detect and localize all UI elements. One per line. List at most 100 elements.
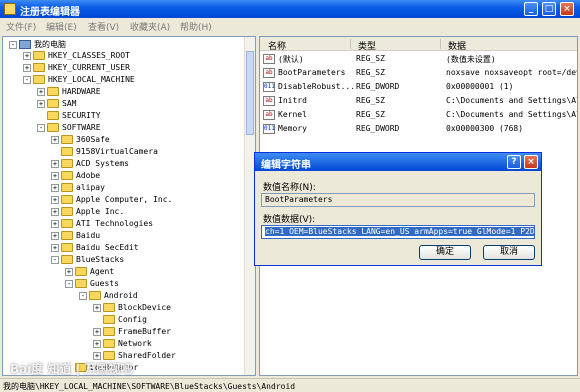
tree-node[interactable]: SECURITY: [37, 111, 101, 123]
tree-node[interactable]: + HKEY_CLASSES_ROOT: [23, 51, 130, 63]
tree-node[interactable]: + ATI Technologies: [51, 219, 153, 231]
expand-toggle[interactable]: +: [51, 135, 59, 144]
cell-data: noxsave noxsaveopt root=/dev/: [446, 68, 578, 77]
tree-node[interactable]: + Apple Computer, Inc.: [51, 195, 172, 207]
expand-toggle[interactable]: +: [51, 243, 59, 252]
folder-icon: [103, 327, 115, 336]
tree-node[interactable]: - Android: [79, 291, 138, 303]
menu-view[interactable]: 查看(V): [88, 20, 119, 33]
expand-toggle[interactable]: +: [51, 159, 59, 168]
tree-node[interactable]: + ACD Systems: [51, 159, 129, 171]
scroll-thumb[interactable]: [246, 51, 254, 135]
help-button[interactable]: ?: [507, 155, 521, 169]
cell-data: 0x00000300 (768): [446, 124, 524, 133]
status-path: 我的电脑\HKEY_LOCAL_MACHINE\SOFTWARE\BlueSta…: [3, 382, 296, 391]
header-type[interactable]: 类型: [358, 39, 376, 52]
menu-help[interactable]: 帮助(H): [180, 20, 212, 33]
value-name-field[interactable]: BootParameters: [261, 193, 535, 207]
tree-node[interactable]: - BlueStacks: [51, 255, 124, 267]
folder-icon: [61, 183, 73, 192]
tree-node[interactable]: - Guests: [65, 279, 119, 291]
expand-toggle[interactable]: +: [23, 63, 31, 72]
tree-node[interactable]: Config: [93, 315, 147, 327]
folder-icon: [61, 135, 73, 144]
list-row[interactable]: 011 Memory REG_DWORD 0x00000300 (768): [260, 123, 577, 135]
tree-node-label: Baidu: [76, 231, 101, 240]
expand-toggle[interactable]: +: [37, 87, 45, 96]
cell-name: (默认): [278, 55, 304, 64]
expand-toggle[interactable]: +: [93, 327, 101, 336]
expand-toggle[interactable]: +: [51, 207, 59, 216]
expand-toggle[interactable]: +: [65, 267, 73, 276]
folder-icon: [61, 195, 73, 204]
list-row[interactable]: ab BootParameters REG_SZ noxsave noxsaveopt…: [260, 67, 577, 79]
folder-icon: [61, 147, 73, 156]
dialog-title-bar: 编辑字符串 ? ×: [255, 153, 541, 171]
tree-node[interactable]: + Baidu: [51, 231, 100, 243]
tree-node-label: HARDWARE: [62, 87, 101, 96]
collapse-toggle[interactable]: -: [37, 123, 45, 132]
collapse-toggle[interactable]: -: [9, 40, 17, 49]
expand-toggle[interactable]: +: [93, 351, 101, 360]
tree-node[interactable]: + Network: [93, 339, 152, 351]
ok-button[interactable]: 确定: [419, 245, 471, 260]
maximize-button[interactable]: □: [542, 2, 556, 16]
tree-node[interactable]: + FrameBuffer: [93, 327, 171, 339]
collapse-toggle[interactable]: -: [79, 291, 87, 300]
tree-node[interactable]: + alipay: [51, 183, 105, 195]
tree-node[interactable]: - SOFTWARE: [37, 123, 101, 135]
cell-name: Kernel: [278, 110, 307, 119]
expand-toggle[interactable]: +: [93, 303, 101, 312]
tree-node-label: SharedFolder: [118, 351, 176, 360]
tree-node[interactable]: + Adobe: [51, 171, 100, 183]
cell-data: (数值未设置): [446, 55, 496, 64]
expand-toggle[interactable]: +: [93, 339, 101, 348]
string-value-icon: ab: [263, 96, 275, 106]
tree-node[interactable]: - HKEY_LOCAL_MACHINE: [23, 75, 135, 87]
list-row[interactable]: ab (默认) REG_SZ (数值未设置): [260, 53, 577, 65]
tree-node-label: 9158VirtualCamera: [76, 147, 158, 156]
folder-icon: [61, 255, 73, 264]
expand-toggle[interactable]: +: [51, 195, 59, 204]
value-data-field[interactable]: ch=1 OEM=BlueStacks LANG=en_US armApps=t…: [261, 225, 535, 239]
folder-icon: [47, 111, 59, 120]
expand-toggle[interactable]: +: [51, 231, 59, 240]
close-button[interactable]: ×: [560, 2, 574, 16]
dialog-close-button[interactable]: ×: [524, 155, 538, 169]
expand-toggle[interactable]: +: [37, 99, 45, 108]
minimize-button[interactable]: _: [524, 2, 538, 16]
collapse-toggle[interactable]: -: [65, 279, 73, 288]
tree-node[interactable]: + Baidu SecEdit: [51, 243, 139, 255]
collapse-toggle[interactable]: -: [51, 255, 59, 264]
expand-toggle[interactable]: +: [51, 219, 59, 228]
cancel-button[interactable]: 取消: [483, 245, 535, 260]
tree-node[interactable]: + HARDWARE: [37, 87, 101, 99]
header-data[interactable]: 数据: [448, 39, 466, 52]
menu-file[interactable]: 文件(F): [6, 20, 36, 33]
expand-toggle[interactable]: +: [51, 183, 59, 192]
tree-node[interactable]: - 我的电脑: [9, 39, 66, 51]
tree-node[interactable]: + HKEY_CURRENT_USER: [23, 63, 130, 75]
watermark: Bai度 知道 | 万国视吧: [10, 362, 133, 376]
list-row[interactable]: ab Kernel REG_SZ C:\Documents and Settings\…: [260, 109, 577, 121]
menu-bar: 文件(F) 编辑(E) 查看(V) 收藏夹(A) 帮助(H): [0, 18, 580, 34]
registry-tree[interactable]: - 我的电脑 + HKEY_CLASSES_ROOT + HKEY_CURRENT_USE…: [2, 36, 256, 376]
cell-type: REG_SZ: [356, 96, 385, 105]
collapse-toggle[interactable]: -: [23, 75, 31, 84]
tree-node[interactable]: + BlockDevice: [93, 303, 171, 315]
tree-node[interactable]: + Apple Inc.: [51, 207, 124, 219]
tree-node[interactable]: + SAM: [37, 99, 76, 111]
menu-favorites[interactable]: 收藏夹(A): [130, 20, 170, 33]
header-name[interactable]: 名称: [268, 39, 286, 52]
tree-node[interactable]: +360Safe: [51, 135, 110, 147]
dword-value-icon: 011: [263, 124, 275, 134]
tree-node-label: Android: [104, 291, 138, 300]
tree-node-label: BlockDevice: [118, 303, 171, 312]
expand-toggle[interactable]: +: [23, 51, 31, 60]
list-row[interactable]: 011 DisableRobust... REG_DWORD 0x00000001 (…: [260, 81, 577, 93]
list-row[interactable]: ab Initrd REG_SZ C:\Documents and Settings\…: [260, 95, 577, 107]
tree-node[interactable]: 9158VirtualCamera: [51, 147, 158, 159]
menu-edit[interactable]: 编辑(E): [46, 20, 77, 33]
tree-node[interactable]: + Agent: [65, 267, 114, 279]
expand-toggle[interactable]: +: [51, 171, 59, 180]
